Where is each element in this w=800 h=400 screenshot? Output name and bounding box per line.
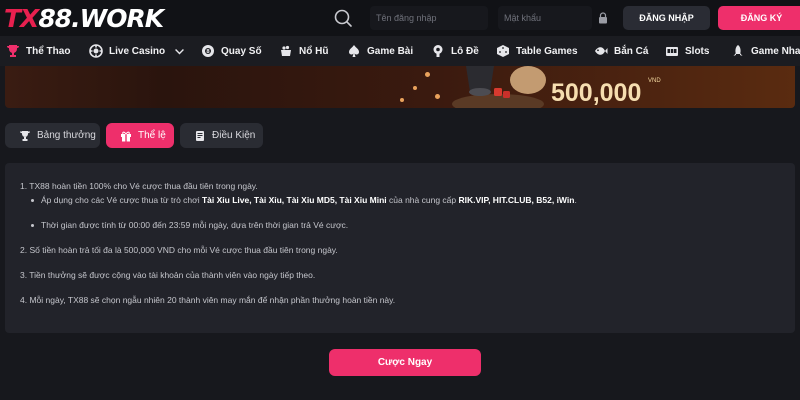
nav-item-lo-de[interactable]: Lô Đề xyxy=(431,36,479,66)
logo-tx-text: TX xyxy=(4,3,39,33)
fish-icon xyxy=(595,47,608,55)
rule-3: 3. Tiền thưởng sẽ được cộng vào tài khoả… xyxy=(20,270,316,280)
dice-icon xyxy=(497,45,509,57)
document-icon xyxy=(196,130,204,141)
search-icon[interactable] xyxy=(333,8,353,28)
nav-item-no-hu[interactable]: Nổ Hũ xyxy=(279,36,328,66)
rule-1a-providers: RIK.VIP, HIT.CLUB, B52, iWin xyxy=(458,195,575,205)
lock-icon xyxy=(599,12,607,24)
slot-machine-icon xyxy=(666,47,678,56)
trophy-icon xyxy=(7,45,19,57)
nav-label: Lô Đề xyxy=(451,45,479,57)
bullet xyxy=(31,199,34,202)
rule-1a-middle: của nhà cung cấp xyxy=(386,195,459,205)
nav-label: Thể Thao xyxy=(26,45,71,57)
nav-label: Nổ Hũ xyxy=(299,45,329,57)
rule-1a-prefix: Áp dụng cho các Vé cược thua từ trò chơi xyxy=(41,195,202,205)
promo-banner: 500,000 VND xyxy=(5,66,795,108)
lottery-icon xyxy=(433,45,443,57)
jackpot-pot-icon xyxy=(281,45,291,56)
nav-label: Bắn Cá xyxy=(614,45,649,57)
rule-1: 1. TX88 hoàn tiền 100% cho Vé cược thua … xyxy=(20,181,258,191)
cards-icon xyxy=(349,45,359,57)
svg-text:8: 8 xyxy=(206,49,210,55)
nav-item-quay-so[interactable]: 8 Quay Số xyxy=(201,36,262,66)
register-button[interactable]: ĐĂNG KÝ xyxy=(718,6,800,30)
gift-icon xyxy=(121,131,131,141)
tab-the-le[interactable]: Thể lệ xyxy=(106,123,174,148)
login-button[interactable]: ĐĂNG NHẬP xyxy=(623,6,710,30)
main-nav: Thể Thao Live Casino 8 Quay Số Nổ Hũ Gam… xyxy=(0,36,800,66)
tab-bang-thuong[interactable]: Bảng thưởng xyxy=(5,123,100,148)
rule-1b: Thời gian được tính từ 00:00 đến 23:59 m… xyxy=(41,220,349,230)
nav-item-slots[interactable]: Slots xyxy=(665,36,709,66)
username-input[interactable] xyxy=(370,6,488,30)
nav-label: Live Casino xyxy=(109,45,166,57)
rule-1a-end: . xyxy=(574,195,577,205)
nav-item-live-casino[interactable]: Live Casino xyxy=(89,36,185,66)
nav-item-game-nhanh[interactable]: Game Nhanh xyxy=(731,36,800,66)
nav-label: Table Games xyxy=(516,45,578,57)
rule-1a-games: Tài Xỉu Live, Tài Xỉu, Tài Xỉu MD5, Tài … xyxy=(201,195,387,205)
top-header: TX88.WORK ĐĂNG NHẬP ĐĂNG KÝ xyxy=(0,0,800,36)
rocket-icon xyxy=(733,45,743,56)
logo-domain-text: 88.WORK xyxy=(38,3,164,33)
site-logo[interactable]: TX 88.WORK xyxy=(4,3,164,33)
nav-item-table-games[interactable]: Table Games xyxy=(496,36,578,66)
tab-dieu-kien[interactable]: Điều Kiện xyxy=(180,123,263,148)
rule-4: 4. Mỗi ngày, TX88 sẽ chọn ngẫu nhiên 20 … xyxy=(20,295,396,305)
nav-item-the-thao[interactable]: Thể Thao xyxy=(6,36,70,66)
rules-panel: 1. TX88 hoàn tiền 100% cho Vé cược thua … xyxy=(5,163,795,333)
nav-label: Game Nhanh xyxy=(751,45,800,57)
tab-label: Thể lệ xyxy=(138,130,166,141)
trophy-icon xyxy=(19,130,31,141)
lottery-ball-icon: 8 xyxy=(202,45,214,57)
username-field-wrapper xyxy=(370,6,488,30)
banner-currency: VND xyxy=(648,78,661,84)
tab-label: Điều Kiện xyxy=(212,130,256,141)
dice-cup-illustration xyxy=(452,66,546,108)
rule-1a: Áp dụng cho các Vé cược thua từ trò chơi… xyxy=(41,195,577,205)
nav-label: Quay Số xyxy=(221,45,262,57)
nav-item-ban-ca[interactable]: Bắn Cá xyxy=(594,36,648,66)
casino-chip-icon xyxy=(89,44,103,58)
nav-label: Slots xyxy=(685,45,710,57)
nav-label: Game Bài xyxy=(367,45,414,57)
chevron-down-icon xyxy=(175,48,185,54)
banner-amount: 500,000 xyxy=(551,79,642,107)
password-field-wrapper xyxy=(498,6,592,30)
password-input[interactable] xyxy=(498,6,592,30)
bet-now-button[interactable]: Cược Ngay xyxy=(329,349,481,376)
tab-label: Bảng thưởng xyxy=(37,130,96,141)
nav-item-game-bai[interactable]: Game Bài xyxy=(347,36,413,66)
bullet xyxy=(31,224,34,227)
rule-2: 2. Số tiền hoàn trả tối đa là 500,000 VN… xyxy=(20,245,338,255)
